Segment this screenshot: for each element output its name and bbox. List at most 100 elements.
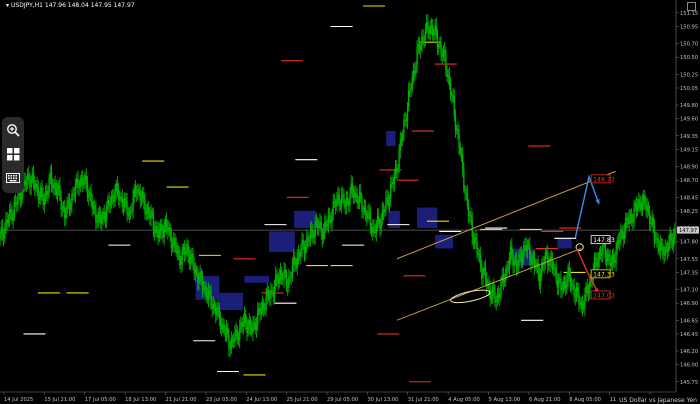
candle-body: [461, 154, 464, 170]
candle-body: [642, 195, 645, 202]
candle-body: [455, 128, 458, 130]
candle-body: [146, 207, 149, 212]
candle-body: [658, 247, 660, 252]
grid-icon[interactable]: [5, 146, 21, 162]
candle-body: [143, 192, 145, 202]
candle-body: [296, 257, 298, 268]
candle-body: [630, 214, 633, 223]
candle-body: [583, 308, 585, 310]
candle-body: [44, 191, 47, 198]
candle-body: [357, 201, 360, 204]
candle-body: [254, 322, 256, 330]
candle-body: [303, 244, 306, 254]
candle-body: [186, 244, 188, 252]
candle-body: [132, 196, 134, 212]
candle-body: [541, 263, 543, 275]
candle-body: [662, 243, 664, 255]
time-tick-label: 30 Jul 13:00: [367, 397, 398, 403]
price-tick-label: 147.80: [680, 240, 698, 246]
candle-body: [55, 187, 58, 196]
candle-body: [527, 244, 530, 246]
candle-body: [298, 252, 301, 257]
candle-body: [482, 271, 484, 279]
candle-body: [523, 245, 525, 257]
candle-body: [362, 211, 364, 212]
symbol-ohlc-text: USDJPY,H1 147.96 148.04 147.95 147.97: [11, 2, 135, 9]
candle-body: [668, 243, 670, 252]
keyboard-icon[interactable]: [5, 170, 21, 186]
ellipse-marker: [450, 289, 491, 304]
candle-body: [646, 205, 648, 211]
candle-body: [373, 227, 375, 230]
candle-body: [338, 194, 340, 205]
candle-body: [42, 193, 44, 205]
candle-body: [194, 269, 197, 274]
candle-body: [252, 323, 254, 334]
symbol-dropdown-icon[interactable]: ▾: [6, 2, 9, 9]
candle-body: [531, 257, 533, 265]
candle-body: [548, 265, 550, 267]
supply-demand-zone: [388, 210, 400, 229]
candle-body: [416, 46, 418, 66]
candle-body: [430, 26, 433, 27]
symbol-description: US Dollar vs Japanese Yen: [618, 397, 698, 404]
candle-body: [586, 285, 589, 293]
candle-body: [585, 285, 587, 295]
candle-body: [566, 278, 568, 289]
candle-body: [76, 178, 78, 184]
candle-body: [483, 267, 485, 272]
candle-body: [565, 283, 567, 289]
chart-window[interactable]: 148.72 147.83 147.33 147.02 151.15 150.95 150.…: [0, 0, 700, 404]
candle-body: [262, 302, 265, 309]
candle-body: [113, 196, 115, 202]
candle-body: [394, 167, 397, 175]
candle-body: [404, 119, 406, 121]
candle-body: [663, 254, 665, 256]
price-chart[interactable]: 148.72 147.83 147.33 147.02 151.15 150.95 150.…: [0, 0, 700, 404]
zoom-in-icon[interactable]: [5, 122, 21, 138]
candle-body: [635, 203, 638, 210]
candle-body: [30, 179, 32, 188]
candle-body: [367, 211, 369, 219]
candle-body: [495, 300, 497, 303]
candle-body: [363, 206, 366, 212]
candle-body: [437, 45, 440, 48]
time-tick-label: 17 Jul 05:00: [85, 397, 116, 403]
candle-body: [170, 234, 173, 248]
candle-body: [213, 303, 216, 308]
candle-body: [129, 211, 132, 213]
candle-body: [580, 301, 583, 306]
candle-body: [517, 267, 519, 269]
candle-body: [331, 215, 333, 224]
candle-body: [551, 260, 554, 270]
candle-body: [387, 197, 390, 206]
candle-body: [199, 271, 201, 281]
floating-toolbar: [2, 117, 24, 193]
candle-body: [405, 119, 408, 122]
candle-body: [332, 201, 334, 216]
candle-body: [297, 252, 300, 258]
candle-body: [35, 183, 37, 189]
price-tick-label: 146.45: [680, 332, 698, 338]
candle-body: [403, 120, 405, 134]
candle-body: [288, 276, 290, 288]
candle-body: [557, 279, 560, 288]
candle-body: [195, 269, 198, 273]
candle-body: [125, 197, 127, 201]
candle-body: [260, 309, 262, 315]
chart-corner-toggle[interactable]: [687, 2, 696, 11]
candle-body: [53, 183, 55, 189]
candle-body: [95, 209, 97, 223]
candle-body: [559, 278, 561, 280]
candle-body: [121, 196, 123, 207]
candle-body: [8, 209, 11, 220]
candle-body: [479, 254, 482, 268]
candle-body: [434, 25, 436, 33]
time-tick-label: 18 Jul 13:00: [125, 397, 156, 403]
candle-body: [556, 280, 559, 288]
candle-body: [302, 240, 304, 245]
candle-body: [563, 281, 566, 284]
candle-body: [408, 90, 410, 107]
candle-body: [149, 214, 151, 219]
price-tick-label: 148.25: [680, 209, 698, 215]
